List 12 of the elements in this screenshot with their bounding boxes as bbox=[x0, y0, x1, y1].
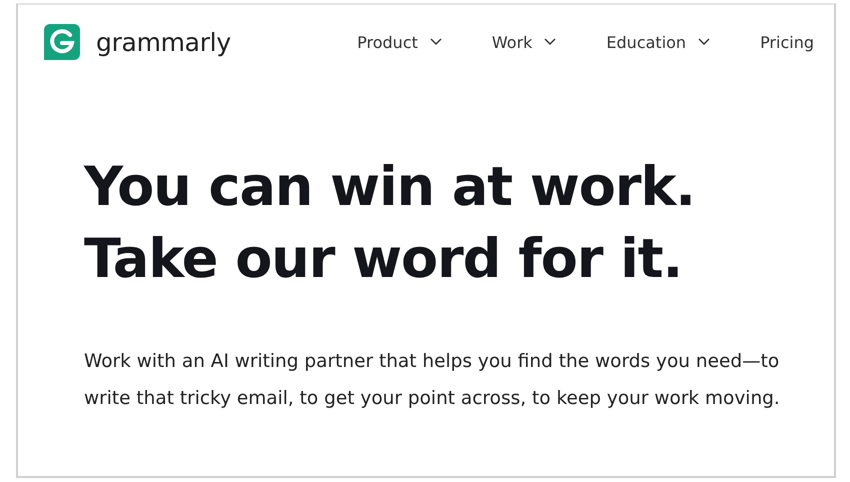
nav-link[interactable]: Education bbox=[606, 32, 710, 52]
nav-link[interactable]: Work bbox=[492, 32, 556, 52]
caret-icon bbox=[430, 38, 442, 46]
logo-icon bbox=[42, 22, 82, 62]
brand-name: grammarly bbox=[96, 28, 231, 56]
nav-link[interactable]: Product bbox=[357, 32, 442, 52]
hero-description: Work with an AI writing partner that helps you find the words you need—to write that tricky email, to get your point across, to keep your work moving. bbox=[84, 350, 781, 411]
headline-line: Take our word for it. bbox=[84, 226, 682, 292]
headline-line: You can win at work. bbox=[84, 154, 695, 220]
nav-link[interactable]: Pricing bbox=[760, 32, 814, 52]
caret-icon bbox=[544, 38, 556, 46]
caret-icon bbox=[698, 38, 710, 46]
